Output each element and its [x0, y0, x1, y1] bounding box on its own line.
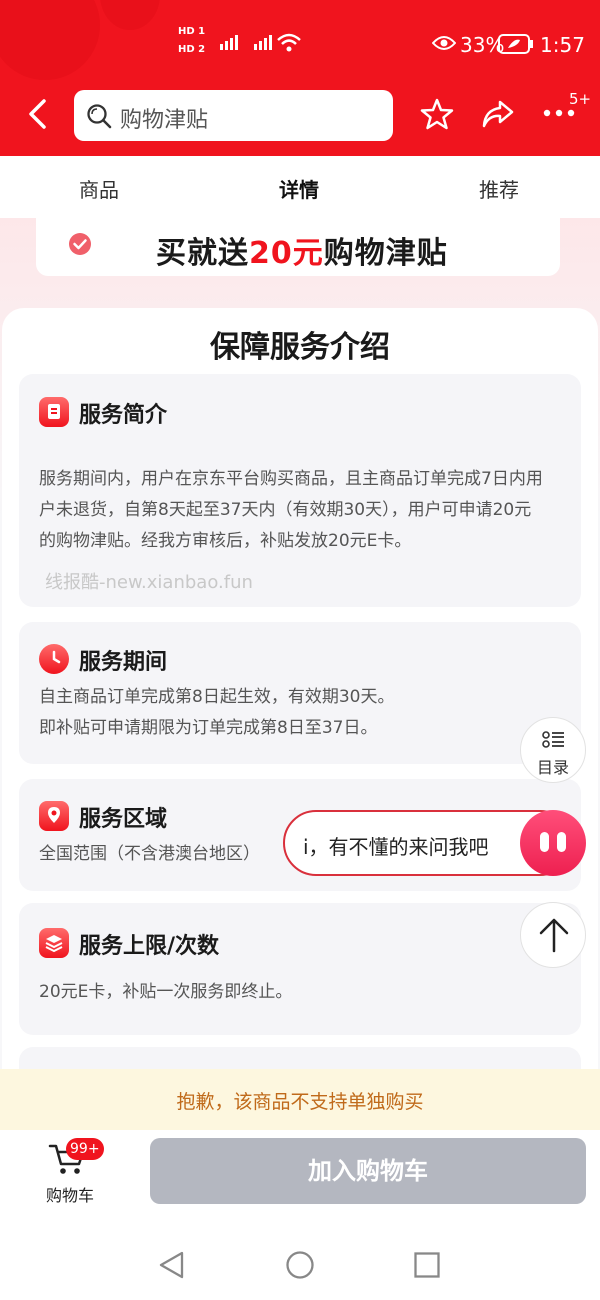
toc-label: 目录	[536, 758, 569, 777]
share-icon[interactable]	[481, 98, 515, 130]
clock-icon	[39, 644, 69, 674]
list-icon	[542, 731, 564, 748]
search-icon	[87, 104, 112, 129]
promo-suffix: 购物津贴	[323, 236, 448, 271]
status-bar: HD 1 HD 2 33% 1:57	[0, 0, 600, 86]
sim-label-2: HD 2	[178, 44, 206, 55]
more-icon[interactable]	[542, 106, 576, 120]
notice-bar: 抱歉，该商品不支持单独购买	[0, 1069, 600, 1130]
search-input[interactable]: 购物津贴	[74, 90, 393, 141]
detail-content: 买就送20元购物津贴 保障服务介绍 服务简介 服务期间内，用户在京东平台购买商品…	[0, 218, 600, 1069]
eye-icon	[432, 36, 456, 50]
service-period-card: 服务期间 自主商品订单完成第8日起生效，有效期30天。 即补贴可申请期限为订单完…	[19, 622, 581, 764]
promo-card: 买就送20元购物津贴	[36, 218, 560, 276]
battery-icon	[498, 34, 533, 54]
back-icon[interactable]	[26, 98, 50, 130]
card-title: 服务区域	[79, 807, 168, 832]
tab-recommend[interactable]: 推荐	[479, 174, 519, 203]
sim-label-1: HD 1	[178, 26, 206, 37]
lantern-decoration	[0, 0, 100, 80]
favorite-star-icon[interactable]	[420, 97, 454, 131]
notice-text: 抱歉，该商品不支持单独购买	[176, 1091, 424, 1113]
more-badge: 5+	[569, 90, 592, 108]
cart-label: 购物车	[46, 1186, 95, 1205]
bottom-action-bar: 99+ 购物车 加入购物车	[0, 1130, 600, 1226]
card-line: 20元E卡，补贴一次服务即终止。	[39, 982, 293, 1002]
lantern-decoration	[100, 0, 160, 30]
service-card-partial	[19, 1047, 581, 1069]
table-of-contents-button[interactable]: 目录	[520, 717, 586, 783]
tab-product[interactable]: 商品	[79, 174, 119, 203]
clock: 1:57	[540, 33, 585, 57]
card-line: 的购物津贴。经我方审核后，补贴发放20元E卡。	[39, 531, 412, 551]
layers-icon	[39, 928, 69, 958]
card-line: 即补贴可申请期限为订单完成第8日至37日。	[39, 718, 378, 738]
back-to-top-button[interactable]	[520, 902, 586, 968]
search-placeholder: 购物津贴	[120, 108, 209, 133]
watermark: 线报酷-new.xianbao.fun	[45, 572, 253, 593]
nav-home-icon[interactable]	[285, 1250, 315, 1280]
promo-prefix: 买就送	[156, 236, 249, 271]
add-to-cart-button[interactable]: 加入购物车	[150, 1138, 586, 1204]
card-line: 自主商品订单完成第8日起生效，有效期30天。	[39, 687, 395, 707]
cart-button[interactable]: 99+ 购物车	[30, 1130, 120, 1210]
card-body: 服务期间内，用户在京东平台购买商品，且主商品订单完成7日内用 户未退货，自第8天…	[39, 464, 564, 557]
tab-bar: 商品 详情 推荐	[0, 156, 600, 218]
arrow-up-icon	[539, 918, 569, 953]
card-body: 自主商品订单完成第8日起生效，有效期30天。 即补贴可申请期限为订单完成第8日至…	[39, 682, 564, 744]
document-icon	[39, 397, 69, 427]
card-title: 服务简介	[79, 403, 168, 428]
section-title: 保障服务介绍	[210, 330, 390, 365]
cart-count-badge: 99+	[66, 1138, 104, 1160]
card-line: 户未退货，自第8天起至37天内（有效期30天），用户可申请20元	[39, 500, 532, 520]
assistant-avatar-button[interactable]	[520, 810, 586, 876]
wifi-icon	[277, 33, 301, 52]
card-body: 20元E卡，补贴一次服务即终止。	[39, 977, 564, 1008]
promo-highlight: 20元	[249, 236, 324, 271]
location-icon	[39, 801, 69, 831]
promo-text: 买就送20元购物津贴	[156, 228, 448, 272]
service-intro-card: 服务简介 服务期间内，用户在京东平台购买商品，且主商品订单完成7日内用 户未退货…	[19, 374, 581, 607]
card-line: 服务期间内，用户在京东平台购买商品，且主商品订单完成7日内用	[39, 469, 543, 489]
card-title: 服务期间	[79, 650, 168, 675]
nav-back-icon[interactable]	[158, 1250, 186, 1280]
nav-recents-icon[interactable]	[413, 1251, 441, 1279]
tab-details[interactable]: 详情	[279, 174, 319, 203]
guarantee-panel: 保障服务介绍 服务简介 服务期间内，用户在京东平台购买商品，且主商品订单完成7日…	[2, 308, 598, 1069]
check-circle-icon	[69, 233, 91, 255]
service-limit-card: 服务上限/次数 20元E卡，补贴一次服务即终止。	[19, 903, 581, 1035]
card-title: 服务上限/次数	[79, 934, 220, 959]
assistant-text: i，有不懂的来问我吧	[303, 835, 489, 859]
system-nav-bar	[0, 1226, 600, 1300]
